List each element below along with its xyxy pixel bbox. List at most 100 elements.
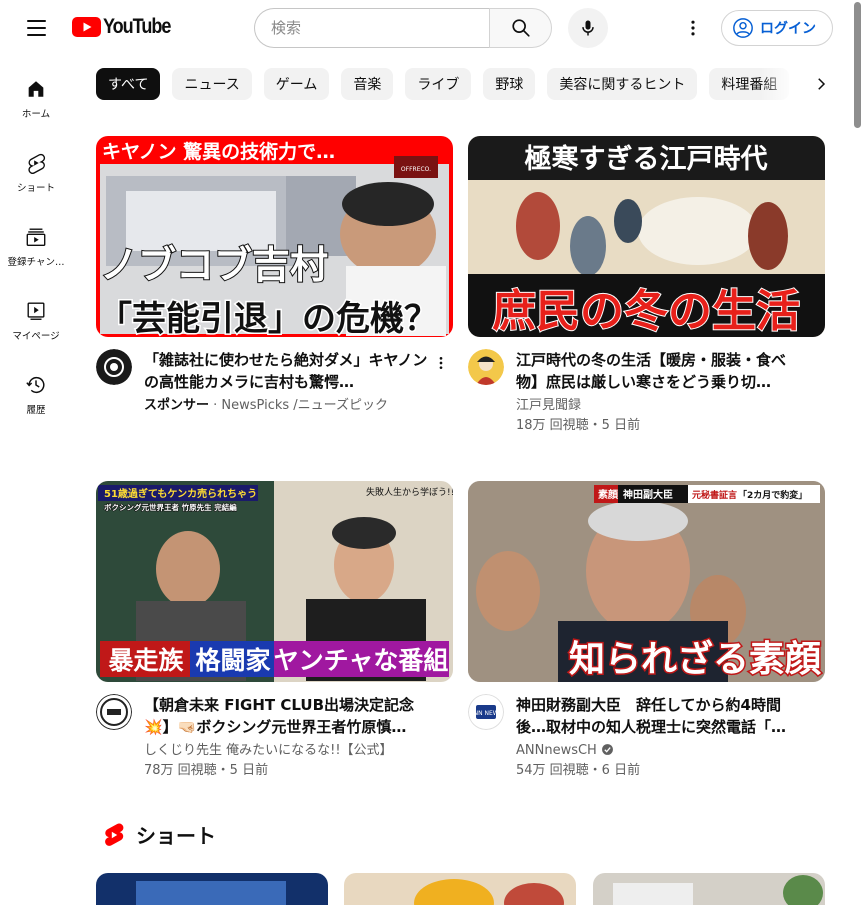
page-scrollbar-thumb[interactable] xyxy=(854,2,861,128)
sponsor-label: スポンサー xyxy=(144,398,210,413)
search-input[interactable] xyxy=(254,8,489,48)
video-thumbnail[interactable]: 51歳過ぎてもケンカ売られちゃう ボクシング元世界王者 竹原先生 完結編 失敗人… xyxy=(96,481,453,682)
channel-avatar[interactable] xyxy=(96,694,132,730)
short-thumbnail xyxy=(96,873,328,905)
microphone-icon xyxy=(582,20,594,36)
guide-item-home[interactable]: ホーム xyxy=(0,56,72,130)
thumb-badge: OFFRECO. xyxy=(401,166,431,173)
thumb-text: ボクシング元世界王者 竹原先生 完結編 xyxy=(104,502,237,512)
chip-live[interactable]: ライブ xyxy=(405,68,472,100)
video-title[interactable]: 「雑誌社に使わせたら絶対ダメ」キヤノンの高性能カメラに吉村も驚愕… xyxy=(144,349,434,393)
video-thumbnail[interactable]: 極寒すぎる江戸時代 庶民の冬の生活 xyxy=(468,136,825,337)
chip-music[interactable]: 音楽 xyxy=(341,68,394,100)
thumb-text: キヤノン 驚異の技術力で… xyxy=(102,140,335,163)
guide-label-library: マイページ xyxy=(12,331,60,342)
chevron-right-icon xyxy=(818,78,826,90)
video-meta: 「雑誌社に使わせたら絶対ダメ」キヤノンの高性能カメラに吉村も驚愕… スポンサー … xyxy=(96,349,453,416)
guide-label-history: 履歴 xyxy=(26,405,46,416)
thumb-text: 元秘書証言 xyxy=(692,489,737,501)
thumb-text: 暴走族 xyxy=(108,646,184,675)
video-stats: 54万 回視聴・6 日前 xyxy=(516,763,641,778)
search-box xyxy=(254,8,552,48)
login-label: ログイン xyxy=(760,21,816,37)
channel-avatar[interactable] xyxy=(96,349,132,385)
thumb-text: ノブコブ吉村 xyxy=(100,243,328,287)
chip-beauty-tips[interactable]: 美容に関するヒント xyxy=(547,68,698,100)
video-channel[interactable]: スポンサー · NewsPicks /ニューズピック xyxy=(144,396,434,416)
verified-icon xyxy=(602,744,613,755)
guide-item-library[interactable]: マイページ xyxy=(0,278,72,352)
thumb-text: 失敗人生から学ぼう!! xyxy=(366,486,453,498)
channel-name: ANNnewsCH xyxy=(516,743,597,758)
logo-text: YouTube xyxy=(103,15,171,38)
video-card[interactable]: OFFRECO. キヤノン 驚異の技術力で… ノブコブ吉村 「芸能引退」の危機？… xyxy=(96,136,453,416)
youtube-play-icon xyxy=(72,17,101,37)
channel-name[interactable]: しくじり先生 俺みたいになるな!!【公式】 xyxy=(144,741,434,761)
short-thumbnail xyxy=(344,873,576,905)
account-circle-icon xyxy=(733,18,753,38)
video-title[interactable]: 【朝倉未来 FIGHT CLUB出場決定記念💥】🤜🏻ボクシング元世界王者竹原慎… xyxy=(144,694,434,738)
channel-avatar[interactable] xyxy=(468,349,504,385)
video-card[interactable]: 51歳過ぎてもケンカ売られちゃう ボクシング元世界王者 竹原先生 完結編 失敗人… xyxy=(96,481,453,781)
library-icon xyxy=(27,302,45,320)
video-channel[interactable]: ANNnewsCH xyxy=(516,741,806,761)
guide-label-home: ホーム xyxy=(21,109,51,120)
thumb-text: 知られざる素顔 xyxy=(569,638,821,680)
channel-name: · NewsPicks /ニューズピック xyxy=(209,398,389,413)
video-title[interactable]: 神田財務副大臣 辞任してから約4時間後…取材中の知人税理士に突然電話「… xyxy=(516,694,806,738)
guide-item-subscriptions[interactable]: 登録チャン… xyxy=(0,204,72,278)
hamburger-icon xyxy=(26,20,46,22)
video-action-menu-button[interactable] xyxy=(429,351,453,375)
channel-name[interactable]: 江戸見聞録 xyxy=(516,396,806,416)
video-thumbnail[interactable]: OFFRECO. キヤノン 驚異の技術力で… ノブコブ吉村 「芸能引退」の危機？ xyxy=(96,136,453,337)
guide-menu-button[interactable] xyxy=(16,8,56,48)
login-button[interactable]: ログイン xyxy=(721,10,833,46)
more-vert-icon xyxy=(439,357,443,369)
shorts-icon xyxy=(28,153,46,174)
guide-item-shorts[interactable]: ショート xyxy=(0,130,72,204)
video-thumbnail[interactable]: 素顔 神田副大臣 元秘書証言 「2カ月で豹変」 知られざる素顔 xyxy=(468,481,825,682)
filter-chip-bar: すべて ニュース ゲーム 音楽 ライブ 野球 美容に関するヒント 料理番組 xyxy=(96,68,810,100)
video-card[interactable]: 素顔 神田副大臣 元秘書証言 「2カ月で豹変」 知られざる素顔 ANN NEWS… xyxy=(468,481,825,781)
search-button[interactable] xyxy=(489,8,552,48)
video-card[interactable]: 極寒すぎる江戸時代 庶民の冬の生活 江戸時代の冬の生活【暖房・服装・食べ物】庶民… xyxy=(468,136,825,436)
channel-avatar[interactable]: ANN NEWS xyxy=(468,694,504,730)
short-card[interactable] xyxy=(593,873,825,905)
page-scrollbar-track[interactable] xyxy=(852,0,865,905)
short-thumbnail xyxy=(593,873,825,905)
search-icon xyxy=(511,19,530,37)
thumb-text: 極寒すぎる江戸時代 xyxy=(525,143,768,175)
video-title[interactable]: 江戸時代の冬の生活【暖房・服装・食べ物】庶民は厳しい寒さをどう乗り切… xyxy=(516,349,806,393)
thumb-text: 庶民の冬の生活 xyxy=(492,286,800,337)
short-card[interactable] xyxy=(344,873,576,905)
thumb-text: 格闘家 xyxy=(195,646,270,675)
thumb-text: ヤンチャな番組 xyxy=(274,646,449,675)
thumb-text: 神田副大臣 xyxy=(623,488,673,501)
voice-search-button[interactable] xyxy=(568,8,608,48)
settings-menu-button[interactable] xyxy=(673,8,713,48)
short-card[interactable] xyxy=(96,873,328,905)
thumb-text: 「芸能引退」の危機？ xyxy=(98,299,438,337)
video-meta: 江戸時代の冬の生活【暖房・服装・食べ物】庶民は厳しい寒さをどう乗り切… 江戸見聞… xyxy=(468,349,825,436)
thumb-text: 「2カ月で豹変」 xyxy=(738,489,807,501)
thumb-text: 素顔 xyxy=(598,488,619,501)
video-meta: ANN NEWS 神田財務副大臣 辞任してから約4時間後…取材中の知人税理士に突… xyxy=(468,694,825,781)
shorts-shelf-title: ショート xyxy=(136,824,216,848)
shorts-shelf-header: ショート xyxy=(104,820,216,849)
guide-item-history[interactable]: 履歴 xyxy=(0,352,72,426)
subscriptions-icon xyxy=(26,228,46,246)
history-icon xyxy=(26,376,45,393)
chip-bar-next-button[interactable] xyxy=(803,66,839,102)
guide-label-subscriptions: 登録チャン… xyxy=(7,257,65,268)
chip-news[interactable]: ニュース xyxy=(172,68,252,100)
youtube-logo[interactable]: YouTube xyxy=(72,15,181,39)
video-stats: 18万 回視聴・5 日前 xyxy=(516,418,641,433)
video-stats: 78万 回視聴・5 日前 xyxy=(144,763,269,778)
mini-guide: ホーム ショート 登録チャン… マイページ 履歴 xyxy=(0,56,72,426)
thumb-text: 51歳過ぎてもケンカ売られちゃう xyxy=(104,487,257,500)
chip-games[interactable]: ゲーム xyxy=(263,68,330,100)
chip-baseball[interactable]: 野球 xyxy=(483,68,536,100)
more-vert-icon xyxy=(691,20,695,36)
guide-label-shorts: ショート xyxy=(16,183,55,194)
chip-all[interactable]: すべて xyxy=(96,68,161,100)
